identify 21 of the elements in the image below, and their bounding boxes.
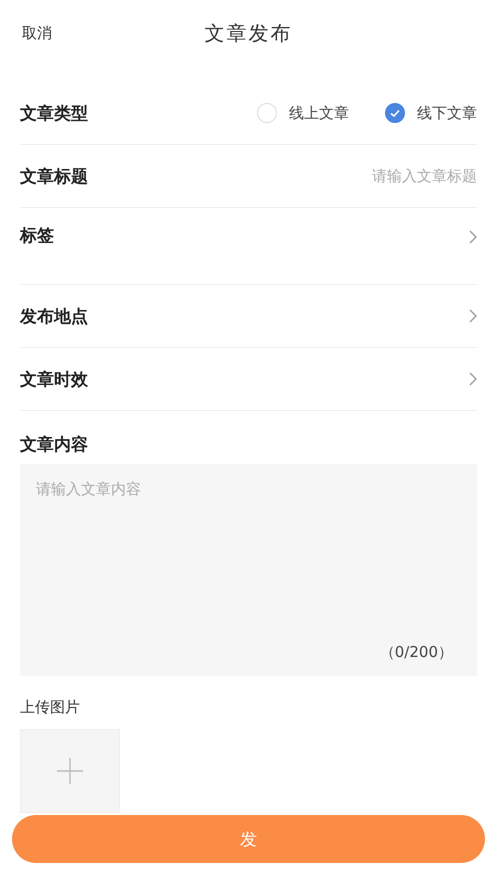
field-label: 文章内容 [20, 434, 89, 456]
radio-button[interactable] [385, 103, 405, 123]
field-label: 发布地点 [20, 306, 88, 328]
list-row[interactable]: 标签 [20, 208, 477, 285]
option-label[interactable]: 线上文章 [289, 104, 349, 122]
chevron-right-icon [469, 230, 477, 244]
field-label: 文章时效 [20, 368, 88, 390]
plus-icon [56, 757, 84, 785]
option-label[interactable]: 线下文章 [417, 104, 477, 122]
list-row[interactable]: 文章时效 [20, 348, 477, 411]
character-counter: （0/200） [380, 643, 453, 662]
chevron-right-icon [469, 309, 477, 323]
field-label: 标签 [20, 225, 54, 247]
list-row[interactable]: 发布地点 [20, 285, 477, 348]
field-label: 文章标题 [20, 166, 88, 188]
chevron-right-icon [469, 372, 477, 386]
cancel-button[interactable]: 取消 [22, 24, 82, 42]
add-image-button[interactable] [20, 729, 120, 813]
upload-label: 上传图片 [20, 698, 81, 717]
page-title: 文章发布 [204, 20, 292, 46]
field-label: 文章类型 [20, 102, 88, 124]
